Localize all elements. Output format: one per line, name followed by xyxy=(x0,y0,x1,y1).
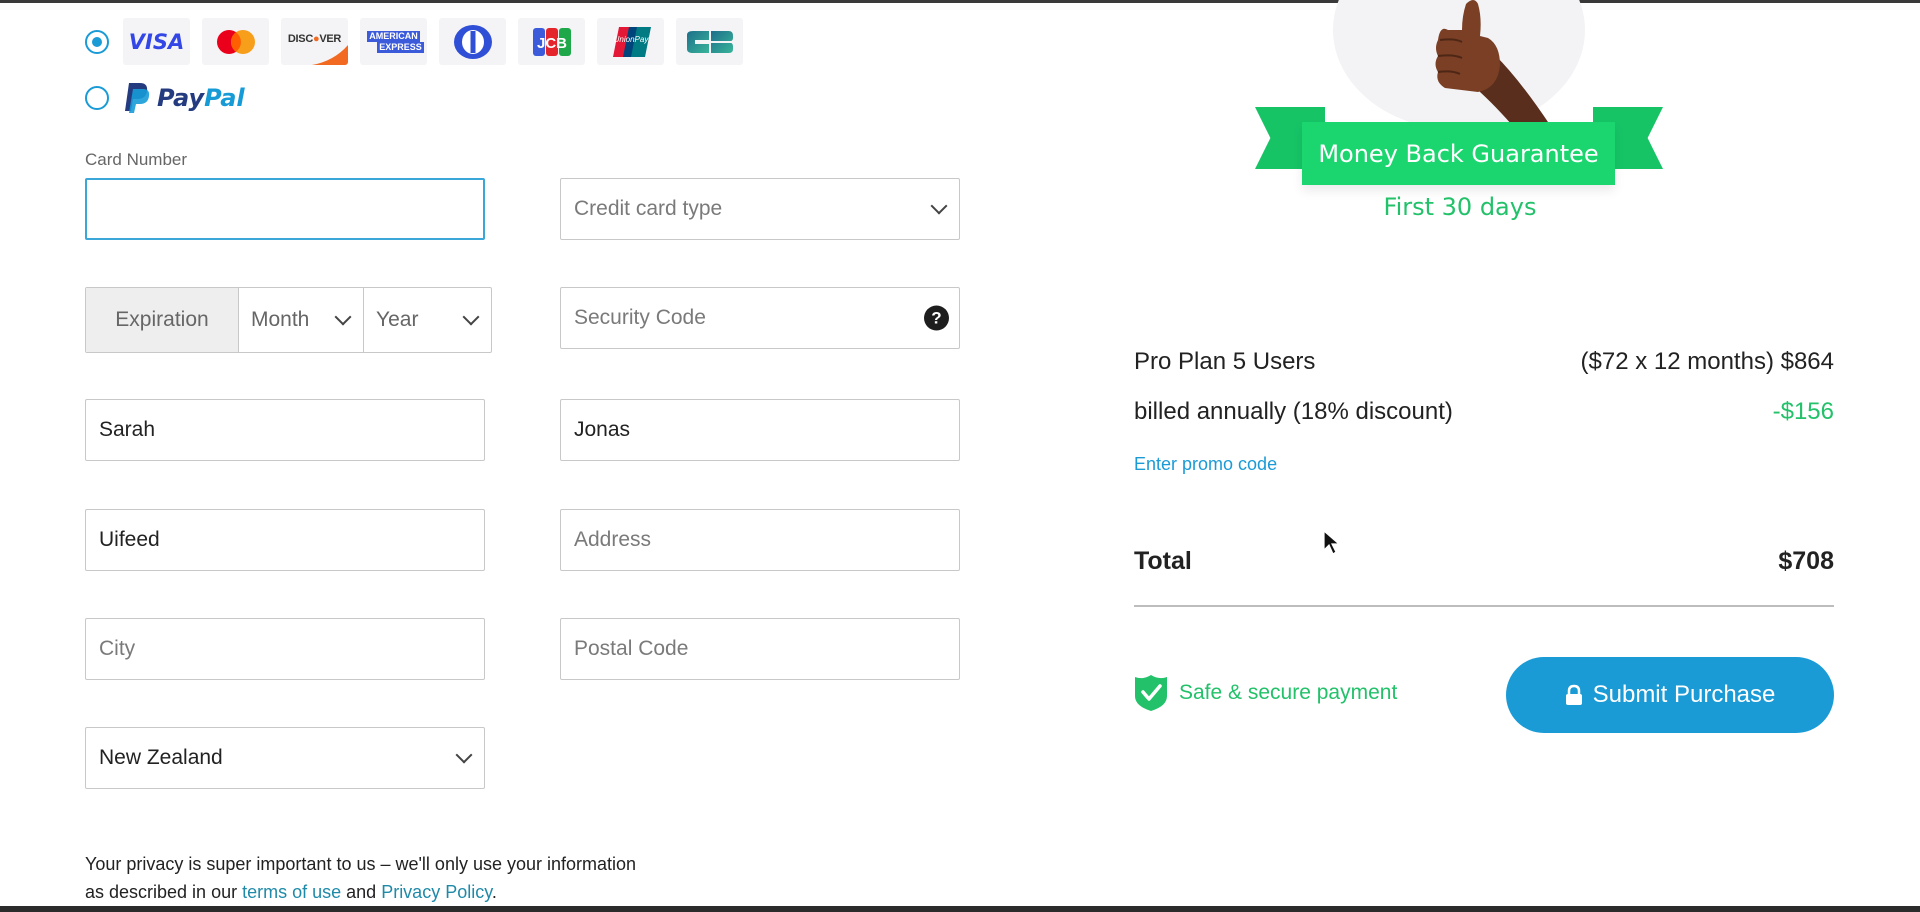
chevron-down-icon xyxy=(462,308,480,326)
visa-logo-icon: VISA xyxy=(123,18,190,65)
window-bottom-edge xyxy=(0,906,1920,912)
total-divider xyxy=(1134,605,1834,607)
plan-label: Pro Plan 5 Users xyxy=(1134,348,1316,375)
help-icon[interactable]: ? xyxy=(924,305,949,331)
jcb-logo-icon: JCB xyxy=(518,18,585,65)
expiration-group: Expiration Month Year xyxy=(85,287,492,353)
card-number-label: Card Number xyxy=(85,150,188,169)
secure-payment-notice: Safe & secure payment xyxy=(1134,674,1397,712)
cb-logo-icon xyxy=(676,18,743,65)
plan-row: Pro Plan 5 Users ($72 x 12 months) $864 xyxy=(1134,348,1834,376)
mouse-cursor-icon xyxy=(1323,530,1341,555)
mastercard-logo-icon xyxy=(202,18,269,65)
diners-club-logo-icon xyxy=(439,18,506,65)
total-label: Total xyxy=(1134,547,1192,575)
shield-check-icon xyxy=(1135,675,1167,711)
city-input[interactable]: City xyxy=(85,618,485,680)
paypal-p-icon xyxy=(125,83,150,113)
total-value: $708 xyxy=(1778,547,1834,575)
address-input[interactable]: Address xyxy=(560,509,960,571)
chevron-down-icon xyxy=(334,308,352,326)
card-payment-option[interactable]: VISA DISC●VER AMERICAN EXPRESS JCB Union… xyxy=(85,18,755,65)
country-select[interactable]: New Zealand xyxy=(85,727,485,789)
discover-logo-icon: DISC●VER xyxy=(281,18,348,65)
svg-text:JCB: JCB xyxy=(536,35,566,52)
expiration-label: Expiration xyxy=(86,288,239,352)
promo-code-link[interactable]: Enter promo code xyxy=(1134,454,1277,475)
last-name-input[interactable]: Jonas xyxy=(560,399,960,461)
privacy-notice: Your privacy is super important to us – … xyxy=(85,854,637,902)
paypal-payment-option[interactable]: Pay Pal xyxy=(85,82,245,114)
card-number-input[interactable] xyxy=(85,178,485,240)
amex-logo-icon: AMERICAN EXPRESS xyxy=(360,18,427,65)
terms-of-use-link[interactable]: terms of use xyxy=(242,882,341,902)
plan-price: ($72 x 12 months) $864 xyxy=(1580,348,1835,375)
card-radio[interactable] xyxy=(85,29,109,54)
paypal-logo: Pay Pal xyxy=(123,82,245,114)
total-row: Total $708 xyxy=(1134,547,1834,576)
postal-code-input[interactable]: Postal Code xyxy=(560,618,960,680)
company-input[interactable]: Uifeed xyxy=(85,509,485,571)
guarantee-title: Money Back Guarantee xyxy=(1302,122,1615,185)
chevron-down-icon xyxy=(930,197,948,215)
credit-card-type-select[interactable]: Credit card type xyxy=(560,178,960,240)
submit-purchase-button[interactable]: Submit Purchase xyxy=(1506,657,1834,733)
svg-text:UnionPay: UnionPay xyxy=(613,35,649,44)
guarantee-ribbon: Money Back Guarantee xyxy=(1255,105,1663,185)
discount-value: -$156 xyxy=(1772,398,1834,425)
expiration-year-select[interactable]: Year xyxy=(364,288,491,352)
privacy-policy-link[interactable]: Privacy Policy xyxy=(381,882,492,902)
security-code-input[interactable]: Security Code ? xyxy=(560,287,960,349)
chevron-down-icon xyxy=(455,746,473,764)
discount-label: billed annually (18% discount) xyxy=(1134,398,1453,425)
first-name-input[interactable]: Sarah xyxy=(85,399,485,461)
discount-row: billed annually (18% discount) -$156 xyxy=(1134,398,1834,426)
paypal-radio[interactable] xyxy=(85,86,109,110)
lock-icon xyxy=(1565,684,1582,705)
guarantee-subtitle: First 30 days xyxy=(1383,193,1537,221)
expiration-month-select[interactable]: Month xyxy=(239,288,364,352)
window-top-edge xyxy=(0,0,1920,3)
unionpay-logo-icon: UnionPay xyxy=(597,18,664,65)
